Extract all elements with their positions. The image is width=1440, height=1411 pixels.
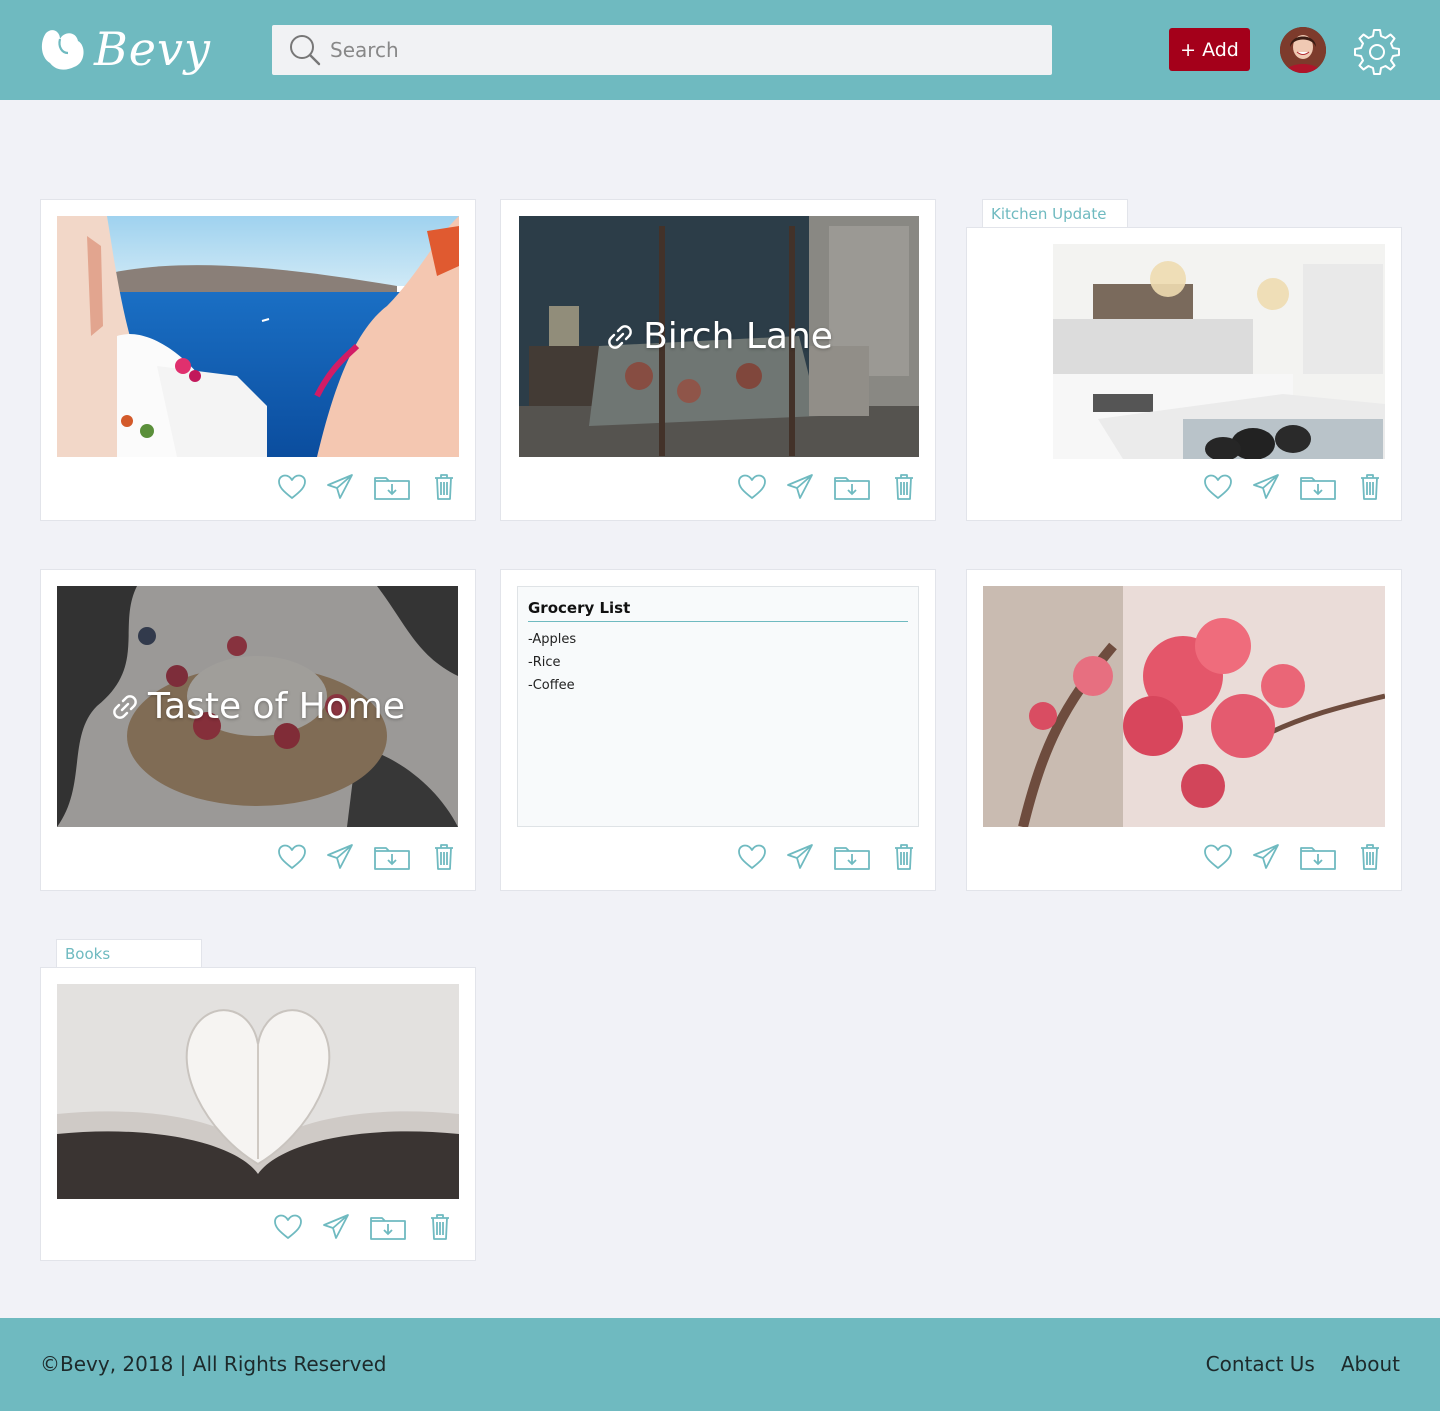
folder-download-icon[interactable] <box>833 842 871 872</box>
note-title: Grocery List <box>528 599 908 622</box>
heart-icon[interactable] <box>737 842 767 872</box>
note-item: -Apples <box>528 632 577 647</box>
logo-text: Bevy <box>94 22 212 76</box>
note-card[interactable]: Grocery List -Apples -Rice -Coffee <box>500 569 936 891</box>
note[interactable]: Grocery List -Apples -Rice -Coffee <box>517 586 919 827</box>
send-icon[interactable] <box>1251 842 1281 872</box>
board-tab[interactable]: Kitchen Update <box>982 199 1128 228</box>
link-card[interactable]: Taste of Home <box>40 569 476 891</box>
pin-card[interactable] <box>40 199 476 521</box>
footer: ©Bevy, 2018 | All Rights Reserved Contac… <box>0 1318 1440 1411</box>
board-tab[interactable]: Books <box>56 939 202 968</box>
trash-icon[interactable] <box>425 1212 455 1242</box>
folder-download-icon[interactable] <box>373 472 411 502</box>
bevy-logo-icon <box>41 30 84 70</box>
link-title-text: Taste of Home <box>147 686 405 727</box>
heart-icon[interactable] <box>1203 842 1233 872</box>
note-items: -Apples -Rice -Coffee <box>528 628 908 697</box>
card-image[interactable] <box>57 216 459 457</box>
heart-icon[interactable] <box>737 472 767 502</box>
send-icon[interactable] <box>325 842 355 872</box>
copyright-text: ©Bevy, 2018 | All Rights Reserved <box>40 1352 387 1376</box>
trash-icon[interactable] <box>1355 472 1385 502</box>
folder-download-icon[interactable] <box>373 842 411 872</box>
heart-icon[interactable] <box>277 842 307 872</box>
trash-icon[interactable] <box>1355 842 1385 872</box>
send-icon[interactable] <box>785 472 815 502</box>
card-image[interactable]: Taste of Home <box>57 586 458 827</box>
search-input[interactable] <box>330 38 1030 62</box>
about-link[interactable]: About <box>1341 1352 1400 1376</box>
note-item: -Coffee <box>528 678 575 693</box>
heart-icon[interactable] <box>273 1212 303 1242</box>
send-icon[interactable] <box>1251 472 1281 502</box>
footer-links: Contact Us About <box>1206 1352 1400 1376</box>
trash-icon[interactable] <box>429 842 459 872</box>
pin-card[interactable] <box>40 967 476 1261</box>
link-card[interactable]: Birch Lane <box>500 199 936 521</box>
avatar[interactable] <box>1280 27 1326 73</box>
folder-download-icon[interactable] <box>1299 472 1337 502</box>
send-icon[interactable] <box>325 472 355 502</box>
trash-icon[interactable] <box>429 472 459 502</box>
pin-card[interactable] <box>966 227 1402 521</box>
trash-icon[interactable] <box>889 472 919 502</box>
send-icon[interactable] <box>785 842 815 872</box>
folder-download-icon[interactable] <box>1299 842 1337 872</box>
logo[interactable]: Bevy <box>38 14 211 84</box>
card-image[interactable] <box>57 984 459 1199</box>
contact-link[interactable]: Contact Us <box>1206 1352 1315 1376</box>
trash-icon[interactable] <box>889 842 919 872</box>
add-button[interactable]: + Add <box>1169 28 1250 71</box>
card-image[interactable] <box>983 244 1385 459</box>
heart-icon[interactable] <box>1203 472 1233 502</box>
heart-icon[interactable] <box>277 472 307 502</box>
gear-icon[interactable] <box>1353 27 1401 75</box>
send-icon[interactable] <box>321 1212 351 1242</box>
link-title[interactable]: Birch Lane <box>519 216 919 457</box>
search-bar[interactable] <box>272 25 1052 75</box>
link-icon <box>605 322 635 352</box>
link-title[interactable]: Taste of Home <box>57 586 458 827</box>
card-image[interactable]: Birch Lane <box>519 216 919 457</box>
link-icon <box>110 692 140 722</box>
link-title-text: Birch Lane <box>643 316 833 357</box>
card-image[interactable] <box>983 586 1385 827</box>
top-bar: Bevy + Add <box>0 0 1440 100</box>
note-item: -Rice <box>528 655 561 670</box>
pin-card[interactable] <box>966 569 1402 891</box>
search-icon <box>290 35 321 66</box>
folder-download-icon[interactable] <box>833 472 871 502</box>
folder-download-icon[interactable] <box>369 1212 407 1242</box>
